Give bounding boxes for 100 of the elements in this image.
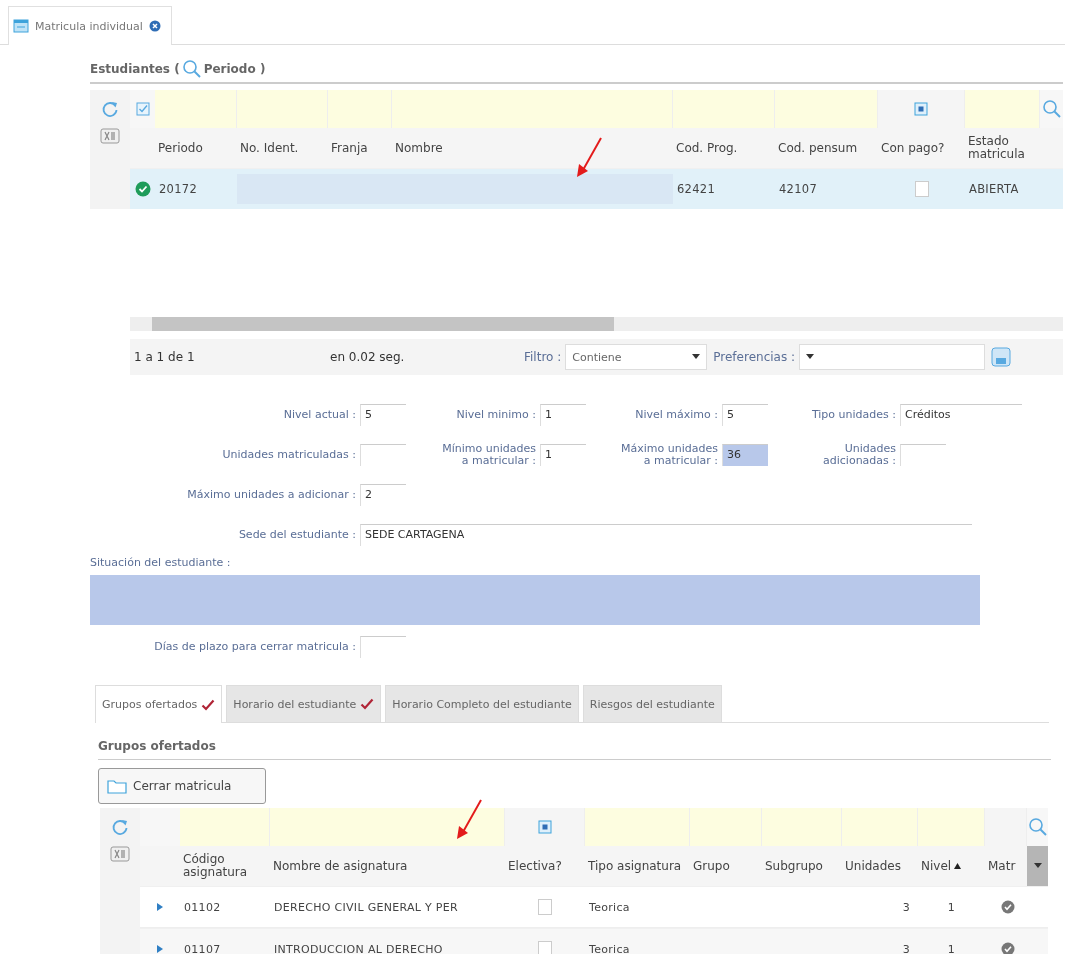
table-row[interactable]: 01102 DERECHO CIVIL GENERAL Y PER Teorica 3 1: [140, 886, 1048, 928]
table-row[interactable]: 20172 62421 42107 ABIERTA: [130, 168, 1063, 209]
field-label: Máximo unidades a matricular :: [620, 443, 719, 467]
table-cell: 62421: [677, 182, 716, 196]
field-label: Nivel minimo :: [456, 409, 537, 421]
field-label: Sede del estudiante :: [238, 529, 357, 541]
text-area[interactable]: [90, 575, 980, 625]
filter-checkbox-icon[interactable]: [537, 820, 552, 834]
filter-dropdown[interactable]: Contiene: [565, 344, 708, 370]
table-cell: INTRODUCCION AL DERECHO: [274, 942, 443, 954]
field-label: Mínimo unidades a matricular :: [441, 443, 537, 467]
preferences-label: Preferencias :: [713, 350, 796, 364]
field-label: Unidades adicionadas :: [822, 443, 897, 467]
column-header[interactable]: Periodo: [158, 141, 203, 155]
refresh-icon[interactable]: [111, 818, 129, 836]
tab[interactable]: Horario Completo del estudiante: [385, 685, 579, 722]
column-menu-button[interactable]: [1027, 846, 1048, 886]
column-header[interactable]: Grupo: [693, 859, 730, 873]
table-cell: DERECHO CIVIL GENERAL Y PER: [274, 900, 458, 914]
table-cell: 42107: [779, 182, 818, 196]
refresh-icon[interactable]: [101, 100, 119, 118]
filter-field[interactable]: [237, 90, 328, 128]
column-header[interactable]: Nombre de asignatura: [273, 859, 408, 873]
tab[interactable]: Riesgos del estudiante: [582, 685, 722, 722]
scrollbar-thumb[interactable]: [152, 317, 614, 331]
column-header[interactable]: Tipo asignatura: [588, 859, 682, 873]
save-icon[interactable]: [991, 347, 1012, 367]
filter-field[interactable]: [673, 90, 775, 128]
filter-field[interactable]: [918, 808, 985, 846]
column-header[interactable]: No. Ident.: [240, 141, 299, 155]
page-tab[interactable]: Matricula individual: [8, 6, 172, 45]
filter-field[interactable]: [270, 808, 505, 846]
table-cell: 01107: [184, 942, 221, 954]
column-header[interactable]: Unidades: [845, 859, 901, 873]
field-label: Tipo unidades :: [811, 409, 897, 421]
input-field[interactable]: [360, 444, 406, 466]
filter-field[interactable]: [762, 808, 842, 846]
filter-field[interactable]: [180, 808, 270, 846]
column-header[interactable]: Nombre: [395, 141, 443, 155]
input-field[interactable]: 36: [722, 444, 768, 466]
table-cell: 3: [902, 942, 910, 954]
preferences-dropdown[interactable]: [799, 344, 986, 370]
search-icon[interactable]: [1027, 817, 1048, 837]
close-enrollment-button[interactable]: Cerrar matricula: [98, 768, 266, 804]
spreadsheet-icon[interactable]: [100, 128, 120, 144]
column-header[interactable]: Con pago?: [881, 141, 945, 155]
column-header[interactable]: Subgrupo: [765, 859, 823, 873]
table-cell: 1: [947, 900, 956, 914]
column-header[interactable]: Franja: [331, 141, 368, 155]
sort-ascending-icon[interactable]: [954, 863, 962, 869]
filter-field[interactable]: [155, 90, 237, 128]
column-header[interactable]: Cod. Prog.: [676, 141, 738, 155]
expand-arrow-icon[interactable]: [157, 903, 163, 911]
table-cell: 3: [902, 900, 910, 914]
column-header[interactable]: Cod. pensum: [778, 141, 858, 155]
input-field[interactable]: 1: [540, 444, 586, 466]
input-field[interactable]: 1: [540, 404, 586, 426]
field-label: Nivel actual :: [283, 409, 357, 421]
checkbox-icon[interactable]: [135, 102, 150, 116]
filter-field[interactable]: [690, 808, 762, 846]
tab[interactable]: Grupos ofertados: [95, 685, 223, 723]
table-row[interactable]: 01107 INTRODUCCION AL DERECHO Teorica 3 1: [140, 928, 1048, 954]
filter-field[interactable]: [775, 90, 878, 128]
tab[interactable]: Horario del estudiante: [226, 685, 382, 722]
filter-field[interactable]: [965, 90, 1040, 128]
input-field[interactable]: 2: [360, 484, 406, 506]
table-cell: 01102: [184, 900, 221, 914]
horizontal-scrollbar[interactable]: [130, 317, 1063, 331]
filter-field[interactable]: [392, 90, 673, 128]
filter-field[interactable]: [842, 808, 918, 846]
search-icon[interactable]: [181, 59, 202, 79]
search-icon[interactable]: [1041, 99, 1062, 119]
filter-checkbox-icon[interactable]: [914, 102, 928, 116]
checkbox[interactable]: [538, 899, 552, 915]
close-icon[interactable]: [148, 20, 161, 32]
column-header[interactable]: Electiva?: [508, 859, 562, 873]
column-header[interactable]: Estado matricula: [968, 135, 1040, 161]
input-field[interactable]: [360, 636, 406, 658]
window-icon: [13, 19, 29, 33]
column-header[interactable]: Nivel: [921, 859, 952, 873]
column-header[interactable]: Matr: [988, 859, 1016, 873]
checkbox[interactable]: [914, 181, 929, 197]
input-field[interactable]: Créditos: [900, 404, 1022, 426]
input-field[interactable]: 5: [360, 404, 406, 426]
section-title: Grupos ofertados: [98, 739, 216, 753]
filter-field[interactable]: [328, 90, 392, 128]
caret-icon: [806, 354, 815, 360]
query-time: en 0.02 seg.: [330, 350, 406, 364]
table-cell: 20172: [159, 182, 198, 196]
input-field[interactable]: 5: [722, 404, 768, 426]
field-label: Días de plazo para cerrar matricula :: [154, 641, 357, 653]
checkbox[interactable]: [538, 941, 552, 954]
section-title: Estudiantes (: [90, 62, 180, 76]
input-field[interactable]: SEDE CARTAGENA: [360, 524, 972, 546]
input-field[interactable]: [900, 444, 946, 466]
filter-field[interactable]: [585, 808, 690, 846]
spreadsheet-icon[interactable]: [110, 846, 130, 862]
field-label: Máximo unidades a adicionar :: [187, 489, 357, 501]
expand-arrow-icon[interactable]: [157, 945, 163, 953]
column-header[interactable]: Código asignatura: [183, 853, 270, 879]
